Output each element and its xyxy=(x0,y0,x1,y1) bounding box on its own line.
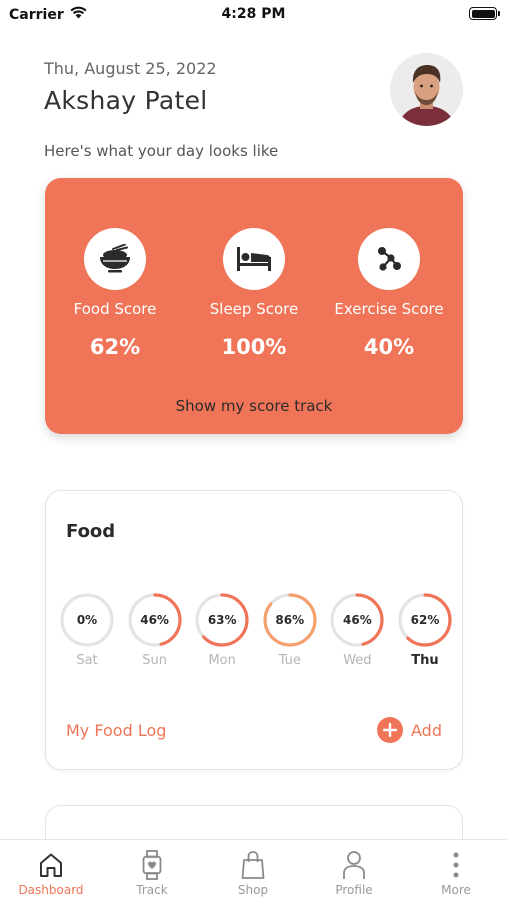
day-subtitle: Here's what your day looks like xyxy=(44,142,279,160)
food-day-ring[interactable]: 46% Wed xyxy=(329,592,385,668)
tab-dashboard-label: Dashboard xyxy=(18,883,84,897)
food-card: Food 0% Sat 46% Sun 63% Mon 86% Tue 46% Wed 62% Thu… xyxy=(45,490,463,770)
tab-profile[interactable]: Profile xyxy=(304,850,404,897)
shopping-bag-icon xyxy=(238,850,268,880)
avatar[interactable] xyxy=(390,53,463,126)
ring-day-label: Mon xyxy=(208,653,236,668)
score-card: Food Score 62% Sleep Score 100% Exercise… xyxy=(45,178,463,434)
ring-percent-label: 63% xyxy=(207,613,237,627)
food-day-ring[interactable]: 62% Thu xyxy=(397,592,453,668)
watch-icon xyxy=(137,850,167,880)
food-day-rings: 0% Sat 46% Sun 63% Mon 86% Tue 46% Wed 62% Thu xyxy=(59,592,459,672)
food-day-ring[interactable]: 46% Sun xyxy=(127,592,183,668)
sleep-score-value: 100% xyxy=(221,335,287,359)
ring-day-label: Sun xyxy=(142,653,167,668)
show-score-track-link[interactable]: Show my score track xyxy=(45,397,463,415)
status-bar: Carrier 4:28 PM xyxy=(0,0,507,30)
person-icon xyxy=(339,850,369,880)
avatar-photo xyxy=(390,53,463,126)
exercise-score[interactable]: Exercise Score 40% xyxy=(319,228,459,359)
ring-percent-label: 62% xyxy=(410,613,440,627)
ring-percent-label: 86% xyxy=(275,613,305,627)
ring-day-label: Tue xyxy=(278,653,301,668)
ring-day-label: Wed xyxy=(343,653,372,668)
food-score-label: Food Score xyxy=(73,300,157,318)
add-food-button[interactable]: Add xyxy=(377,717,442,743)
ring-percent-label: 0% xyxy=(76,613,98,627)
tab-bar: Dashboard Track Shop Profile More xyxy=(0,839,507,900)
food-score[interactable]: Food Score 62% xyxy=(45,228,185,359)
sleep-score-label: Sleep Score xyxy=(209,300,299,318)
tab-track-label: Track xyxy=(136,883,168,897)
status-time: 4:28 PM xyxy=(221,6,286,22)
plus-icon xyxy=(377,717,403,743)
ring-percent-label: 46% xyxy=(343,613,372,627)
home-icon xyxy=(36,850,66,880)
add-label: Add xyxy=(411,720,442,740)
ring-day-label: Sat xyxy=(76,653,98,668)
exercise-score-value: 40% xyxy=(363,335,415,359)
ring-percent-label: 46% xyxy=(140,613,169,627)
food-score-value: 62% xyxy=(89,335,141,359)
tab-more-label: More xyxy=(441,883,471,897)
more-vertical-icon xyxy=(441,850,471,880)
ring-day-label: Thu xyxy=(411,653,439,668)
food-day-ring[interactable]: 0% Sat xyxy=(59,592,115,668)
food-card-title: Food xyxy=(66,521,116,542)
food-day-ring[interactable]: 63% Mon xyxy=(194,592,250,668)
sleep-score[interactable]: Sleep Score 100% xyxy=(184,228,324,359)
tab-track[interactable]: Track xyxy=(102,850,202,897)
tab-dashboard[interactable]: Dashboard xyxy=(1,850,101,897)
exercise-score-label: Exercise Score xyxy=(334,300,444,318)
user-name: Akshay Patel xyxy=(44,86,208,115)
exercise-icon xyxy=(358,228,420,290)
my-food-log-link[interactable]: My Food Log xyxy=(66,721,166,740)
food-bowl-icon xyxy=(84,228,146,290)
bed-icon xyxy=(223,228,285,290)
tab-shop[interactable]: Shop xyxy=(203,850,303,897)
tab-profile-label: Profile xyxy=(335,883,373,897)
current-date: Thu, August 25, 2022 xyxy=(44,59,217,78)
battery-icon xyxy=(469,7,500,20)
food-day-ring[interactable]: 86% Tue xyxy=(262,592,318,668)
tab-shop-label: Shop xyxy=(237,883,269,897)
tab-more[interactable]: More xyxy=(406,850,506,897)
